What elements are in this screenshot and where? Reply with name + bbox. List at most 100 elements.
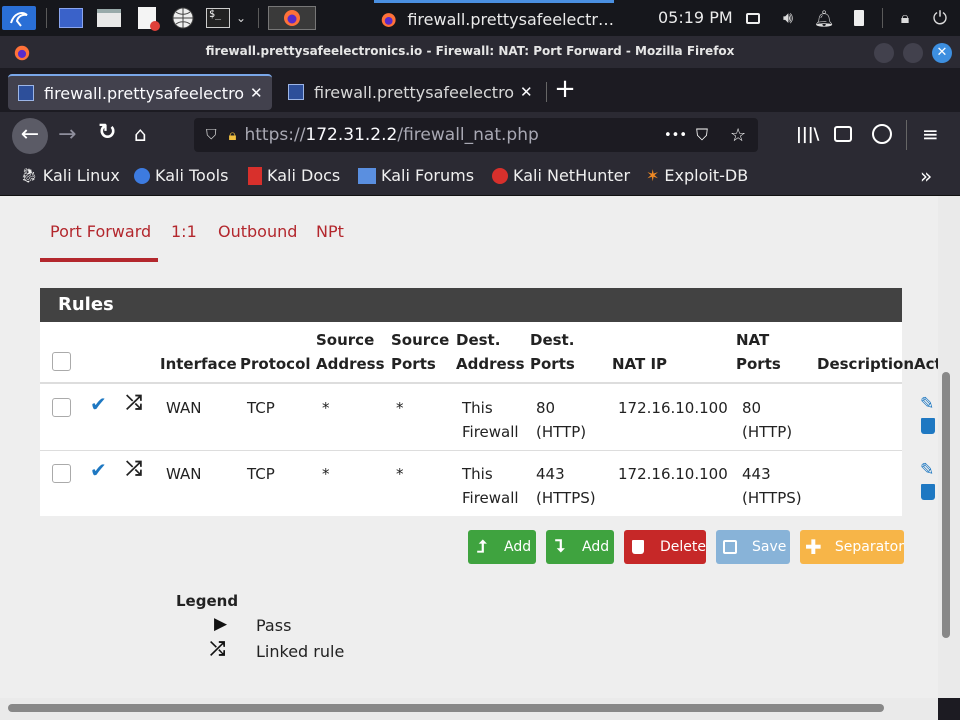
horizontal-scrollbar[interactable]	[0, 698, 938, 720]
display-icon[interactable]	[742, 6, 764, 30]
kali-menu-icon[interactable]	[2, 6, 36, 30]
pass-triangle-icon: ▶	[214, 614, 228, 634]
app-menu-icon[interactable]: ≡	[922, 122, 939, 146]
page-actions-icon[interactable]: •••	[664, 128, 687, 143]
delete-trash-icon[interactable]	[921, 484, 935, 500]
bookmark-kali-docs[interactable]: Kali Docs	[248, 166, 340, 185]
header-nat-ports-1[interactable]: NAT	[736, 328, 769, 352]
header-dest-ports-1[interactable]: Dest.	[530, 328, 574, 352]
taskbar-separator	[46, 8, 47, 28]
vertical-scrollbar-thumb[interactable]	[942, 372, 950, 638]
battery-icon[interactable]	[848, 6, 870, 30]
power-icon[interactable]: ⏻	[928, 6, 952, 30]
bookmark-star-icon[interactable]: ☆	[730, 125, 746, 146]
header-nat-ports-2[interactable]: Ports	[736, 352, 781, 376]
back-button[interactable]: ←	[12, 118, 48, 154]
row-checkbox[interactable]	[52, 398, 71, 417]
text-editor-icon[interactable]	[132, 6, 162, 31]
delete-trash-icon[interactable]	[921, 418, 935, 434]
kali-forums-icon	[358, 167, 376, 184]
lock-icon[interactable]: 🔒︎	[894, 6, 916, 30]
tab-port-forward[interactable]: Port Forward	[50, 222, 151, 241]
table-row: ✔ ⤮ WAN TCP * * This Firewall 80 (HTTP) …	[40, 384, 935, 450]
url-bar[interactable]: ⛉ 🔒︎ https://172.31.2.2/firewall_nat.php…	[194, 118, 758, 152]
show-desktop-icon[interactable]	[56, 6, 86, 30]
add-top-button[interactable]: ⮥ Add	[468, 530, 536, 564]
header-source-ports-2[interactable]: Ports	[391, 352, 436, 376]
separator-button[interactable]: ✚ Separator	[800, 530, 904, 564]
plus-icon: ✚	[805, 535, 822, 559]
header-protocol[interactable]: Protocol	[240, 352, 311, 376]
kali-dragon-icon: 🐉︎	[20, 167, 38, 184]
sidebar-icon[interactable]	[834, 126, 852, 142]
header-interface[interactable]: Interface	[160, 352, 237, 376]
header-source-ports-1[interactable]: Source	[391, 328, 449, 352]
tab-inactive[interactable]: firewall.prettysafeelectro ✕	[280, 74, 542, 110]
cell-nat-ports-1: 80	[742, 399, 762, 417]
close-tab-icon[interactable]: ✕	[250, 84, 263, 102]
header-source-address-1[interactable]: Source	[316, 328, 374, 352]
header-actions[interactable]: Actions	[914, 352, 938, 376]
file-manager-icon[interactable]	[94, 6, 124, 30]
header-dest-address-1[interactable]: Dest.	[456, 328, 500, 352]
new-tab-button[interactable]: +	[552, 76, 578, 104]
delete-button[interactable]: Delete	[624, 530, 706, 564]
chevron-down-icon[interactable]: ⌄	[236, 11, 246, 25]
header-dest-address-2[interactable]: Address	[456, 352, 525, 376]
insecure-lock-icon[interactable]: 🔒︎	[229, 126, 237, 144]
nethunter-icon	[492, 167, 508, 184]
window-title: firewall.prettysafeelectronics.io - Fire…	[205, 44, 735, 58]
maximize-button[interactable]	[903, 43, 923, 63]
close-window-button[interactable]: ✕	[932, 43, 952, 63]
add-bottom-button[interactable]: ⮧ Add	[546, 530, 614, 564]
button-label: Add	[504, 539, 532, 555]
legend-linked-rule: Linked rule	[256, 642, 345, 661]
reload-button[interactable]: ↻	[98, 120, 116, 145]
horizontal-scrollbar-thumb[interactable]	[8, 704, 884, 712]
select-all-checkbox[interactable]	[52, 352, 71, 371]
edit-pencil-icon[interactable]: ✎	[920, 460, 934, 480]
bookmark-exploit-db[interactable]: ✶ Exploit-DB	[646, 166, 748, 185]
pfsense-favicon-icon	[288, 84, 304, 100]
tab-active[interactable]: firewall.prettysafeelectro ✕	[8, 74, 272, 110]
tab-npt[interactable]: NPt	[316, 222, 344, 241]
volume-icon[interactable]: 🔊︎	[776, 6, 800, 30]
bookmark-label: Kali Linux	[42, 166, 120, 185]
header-dest-ports-2[interactable]: Ports	[530, 352, 575, 376]
bookmark-kali-nethunter[interactable]: Kali NetHunter	[492, 166, 630, 185]
pocket-icon[interactable]: ⛉	[696, 125, 708, 145]
navbar-separator	[906, 120, 907, 150]
forward-button[interactable]: →	[58, 122, 76, 147]
cell-dest-address-2: Firewall	[462, 489, 519, 507]
home-button[interactable]: ⌂	[134, 122, 147, 146]
bookmark-kali-forums[interactable]: Kali Forums	[358, 166, 474, 185]
notification-bell-icon[interactable]: 🔔︎	[812, 6, 836, 30]
web-browser-icon[interactable]	[168, 6, 198, 30]
vertical-scrollbar[interactable]	[938, 196, 960, 698]
clock[interactable]: 05:19 PM	[658, 8, 733, 27]
terminal-icon[interactable]: $_ ⌄	[202, 6, 250, 30]
bookmarks-overflow-icon[interactable]: »	[920, 164, 932, 188]
close-tab-icon[interactable]: ✕	[520, 83, 533, 101]
header-nat-ip[interactable]: NAT IP	[612, 352, 667, 376]
tab-outbound[interactable]: Outbound	[218, 222, 297, 241]
tab-one-to-one[interactable]: 1:1	[171, 222, 197, 241]
header-source-address-2[interactable]: Address	[316, 352, 385, 376]
bookmark-label: Exploit-DB	[664, 166, 749, 185]
tab-title: firewall.prettysafeelectro	[44, 83, 244, 103]
save-button[interactable]: Save	[716, 530, 790, 564]
bookmark-kali-linux[interactable]: 🐉︎ Kali Linux	[20, 166, 120, 185]
library-icon[interactable]: |||\	[796, 124, 819, 143]
firefox-taskbar-icon[interactable]	[268, 6, 316, 30]
header-description[interactable]: Description	[817, 352, 914, 376]
row-checkbox[interactable]	[52, 464, 71, 483]
bookmark-kali-tools[interactable]: Kali Tools	[134, 166, 228, 185]
active-window-button[interactable]: firewall.prettysafeelectr…	[374, 0, 614, 36]
tracking-shield-icon[interactable]: ⛉	[206, 127, 217, 143]
taskbar: $_ ⌄ firewall.prettysafeelectr… 05:19 PM…	[0, 0, 960, 36]
minimize-button[interactable]	[874, 43, 894, 63]
edit-pencil-icon[interactable]: ✎	[920, 394, 934, 414]
account-icon[interactable]	[872, 124, 892, 144]
url-host: 172.31.2.2	[305, 125, 398, 145]
bookmarks-toolbar: 🐉︎ Kali Linux Kali Tools Kali Docs Kali F…	[0, 158, 960, 196]
